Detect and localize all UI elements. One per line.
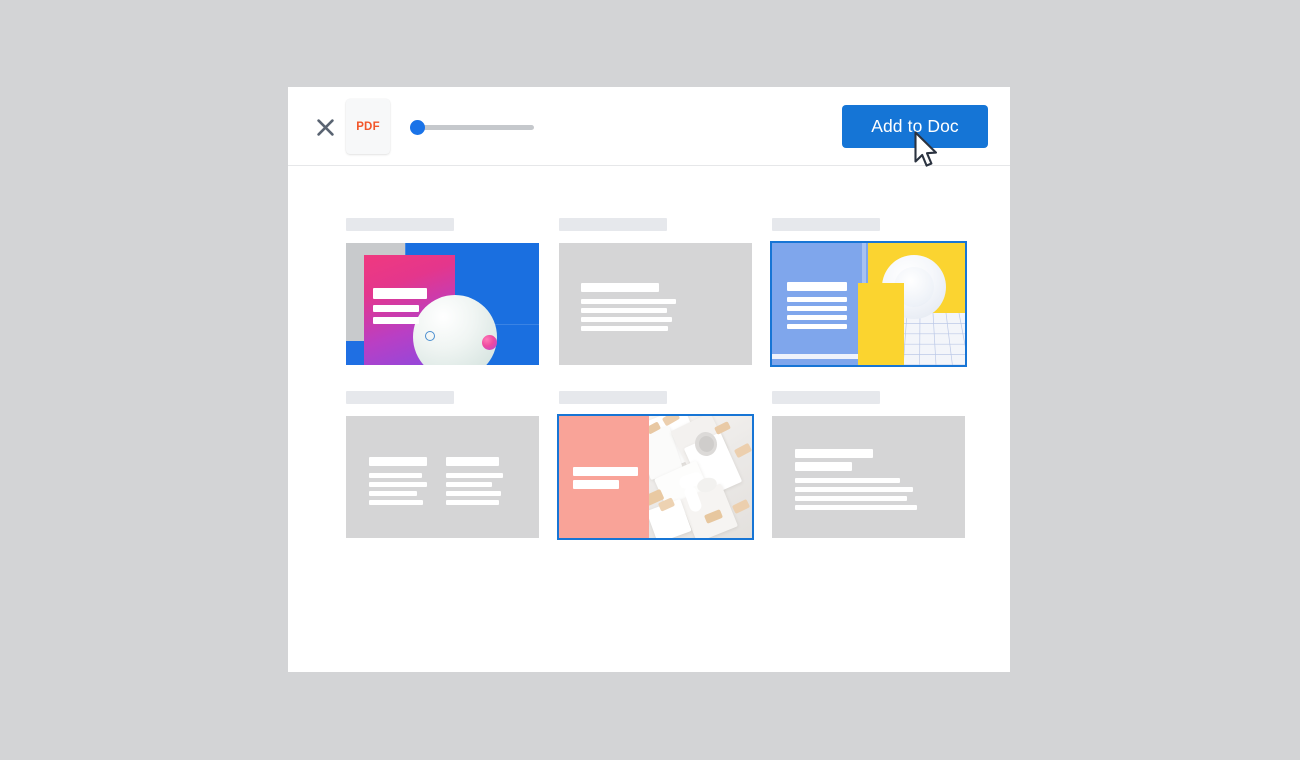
slide-grid (346, 218, 967, 540)
slide-photo (649, 416, 752, 538)
slide-shape (772, 243, 868, 365)
slide-text-line (373, 305, 419, 312)
collage-shape (714, 421, 731, 435)
pdf-file-label: PDF (356, 120, 380, 133)
dot-shape (482, 335, 497, 350)
slide-text-line (581, 308, 667, 313)
slide-title-placeholder (772, 218, 880, 231)
modal-header: PDF Add to Doc (288, 87, 1010, 166)
slide-shape (772, 354, 868, 359)
import-slides-modal: PDF Add to Doc (288, 87, 1010, 672)
slide-thumbnail[interactable] (346, 243, 539, 365)
zoom-slider-track (413, 125, 534, 130)
slide-text-line (795, 449, 873, 458)
slide-text-line (795, 496, 907, 501)
slide-thumbnail[interactable] (557, 414, 754, 540)
slide-text-line (369, 473, 422, 478)
slide-text-line (573, 467, 638, 476)
slide-text-line (787, 297, 847, 302)
slide-thumbnail[interactable] (346, 416, 539, 538)
slide-cell[interactable] (346, 391, 539, 538)
slide-title-placeholder (559, 391, 667, 404)
slide-cell[interactable] (346, 218, 539, 365)
slide-text-line (787, 306, 847, 311)
slide-text-line (369, 500, 423, 505)
slide-text-line (787, 315, 847, 320)
slide-text-line (373, 317, 419, 324)
ring-icon (425, 331, 435, 341)
slide-cell[interactable] (770, 218, 967, 367)
slide-text-line (787, 282, 847, 291)
slide-text-line (795, 478, 900, 483)
slide-text-line (369, 482, 427, 487)
modal-body (288, 166, 1010, 540)
close-icon[interactable] (308, 110, 342, 144)
slide-text-line (787, 324, 847, 329)
slide-thumbnail[interactable] (770, 241, 967, 367)
slide-title-placeholder (772, 391, 880, 404)
slide-title-placeholder (346, 391, 454, 404)
collage-shape (733, 442, 752, 459)
collage-shape (731, 498, 751, 515)
slide-text-line (369, 457, 427, 466)
screen: PDF Add to Doc (0, 0, 1300, 760)
slide-cell[interactable] (559, 218, 752, 365)
slide-text-line (446, 473, 503, 478)
pdf-file-icon[interactable]: PDF (346, 99, 390, 154)
zoom-slider[interactable] (410, 118, 540, 136)
zoom-slider-thumb[interactable] (410, 120, 425, 135)
slide-thumbnail[interactable] (559, 243, 752, 365)
slide-text-line (795, 505, 917, 510)
slide-cell[interactable] (557, 391, 754, 540)
add-to-doc-button[interactable]: Add to Doc (842, 105, 988, 148)
slide-text-line (795, 462, 852, 471)
slide-thumbnail[interactable] (772, 416, 965, 538)
slide-shape (559, 416, 649, 538)
slide-text-line (581, 283, 659, 292)
slide-title-placeholder (559, 218, 667, 231)
slide-shape (858, 283, 904, 365)
slide-text-line (446, 482, 492, 487)
slide-text-line (581, 317, 672, 322)
slide-text-line (373, 288, 427, 299)
slide-text-line (369, 491, 417, 496)
slide-text-line (446, 500, 499, 505)
slide-text-line (581, 326, 668, 331)
slide-text-line (581, 299, 676, 304)
slide-text-line (446, 457, 499, 466)
slide-text-line (795, 487, 913, 492)
slide-text-line (446, 491, 501, 496)
slide-text-line (573, 480, 619, 489)
slide-cell[interactable] (772, 391, 965, 538)
slide-title-placeholder (346, 218, 454, 231)
